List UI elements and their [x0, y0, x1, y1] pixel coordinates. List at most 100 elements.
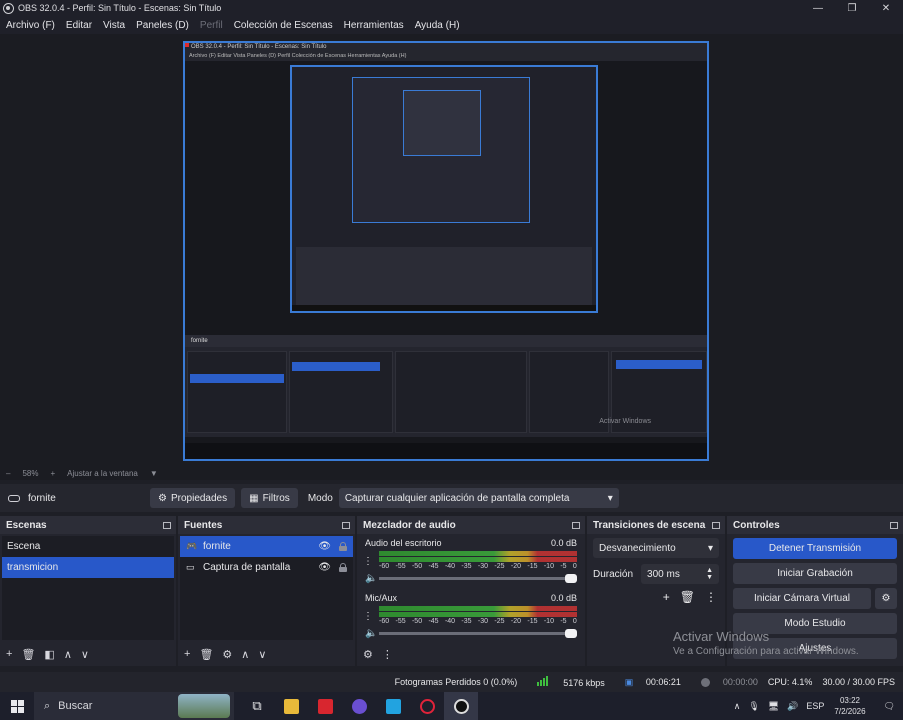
preview-canvas[interactable]: OBS 32.0.4 - Perfil: Sin Título - Escena…: [183, 41, 709, 461]
zoom-in-button[interactable]: +: [50, 469, 55, 478]
transitions-dock-header: Transiciones de escena: [587, 516, 725, 534]
transitions-title: Transiciones de escena: [593, 519, 706, 531]
menu-paneles[interactable]: Paneles (D): [136, 20, 189, 31]
add-icon[interactable]: +: [184, 648, 190, 660]
source-item[interactable]: 🎮 fornite 👁: [180, 536, 353, 557]
microphone-icon[interactable]: 🎙: [748, 701, 759, 712]
undock-icon[interactable]: [342, 521, 350, 529]
eye-icon[interactable]: 👁: [318, 562, 331, 573]
scene-item[interactable]: transmicion: [2, 557, 174, 578]
virtual-cam-settings-button[interactable]: ⚙: [875, 588, 897, 609]
language-indicator[interactable]: ESP: [806, 701, 824, 711]
trash-icon[interactable]: 🗑: [21, 648, 35, 661]
menu-ayuda[interactable]: Ayuda (H): [415, 20, 460, 31]
filters-button[interactable]: ▦ Filtros: [241, 488, 298, 508]
volume-slider[interactable]: [379, 629, 577, 638]
add-icon[interactable]: +: [663, 590, 670, 604]
minimize-button[interactable]: —: [801, 0, 835, 16]
eye-icon[interactable]: 👁: [318, 541, 331, 552]
window-title: OBS 32.0.4 - Perfil: Sin Título - Escena…: [18, 3, 222, 13]
source-item[interactable]: ▭ Captura de pantalla 👁: [180, 557, 353, 578]
undock-icon[interactable]: [890, 521, 898, 529]
trash-icon[interactable]: 🗑: [199, 648, 213, 661]
maximize-button[interactable]: ❐: [835, 0, 869, 16]
start-virtual-cam-button[interactable]: Iniciar Cámara Virtual: [733, 588, 871, 609]
advanced-audio-icon[interactable]: ⚙: [363, 648, 373, 661]
zoom-dropdown-icon[interactable]: ▼: [150, 469, 158, 478]
speaker-icon[interactable]: 🔈: [365, 628, 379, 639]
speaker-icon[interactable]: 🔈: [365, 573, 379, 584]
blue-app-icon[interactable]: [376, 692, 410, 720]
lock-icon[interactable]: [339, 542, 347, 551]
preview-area: OBS 32.0.4 - Perfil: Sin Título - Escena…: [0, 34, 903, 466]
clock-time: 03:22: [839, 696, 860, 705]
move-down-icon[interactable]: ∨: [258, 648, 266, 661]
menu-perfil[interactable]: Perfil: [200, 20, 223, 31]
move-up-icon[interactable]: ∧: [241, 648, 249, 661]
zoom-out-button[interactable]: –: [6, 469, 10, 478]
menu-herramientas[interactable]: Herramientas: [344, 20, 404, 31]
undock-icon[interactable]: [572, 521, 580, 529]
zoom-bar: – 58% + Ajustar a la ventana ▼: [0, 466, 903, 480]
close-button[interactable]: ✕: [869, 0, 903, 16]
capture-mode-select[interactable]: Capturar cualquier aplicación de pantall…: [338, 488, 619, 508]
record-icon: [700, 678, 710, 688]
tick: -35: [461, 618, 472, 625]
meter-bar-right: [379, 557, 577, 562]
clock[interactable]: 03:22 7/2/2026: [834, 695, 865, 717]
chevron-up-icon[interactable]: ∧: [734, 701, 741, 712]
trash-icon[interactable]: 🗑: [680, 590, 695, 604]
duration-value: 300 ms: [647, 568, 680, 580]
volume-slider[interactable]: [379, 574, 577, 583]
undock-icon[interactable]: [712, 521, 720, 529]
tick: -5: [560, 563, 567, 570]
menu-editar[interactable]: Editar: [66, 20, 92, 31]
filters-icon[interactable]: ◧: [44, 648, 54, 661]
lock-icon[interactable]: [339, 563, 347, 572]
properties-button[interactable]: ⚙ Propiedades: [150, 488, 236, 508]
transition-select[interactable]: Desvanecimiento ▾: [593, 538, 719, 558]
menu-coleccion-escenas[interactable]: Colección de Escenas: [234, 20, 333, 31]
start-recording-button[interactable]: Iniciar Grabación: [733, 563, 897, 584]
meter-ticks: -60 -55 -50 -45 -40 -35 -30 -25 -20 -15 -10 -5 0: [379, 563, 577, 572]
chat-app-icon[interactable]: [342, 692, 376, 720]
add-icon[interactable]: +: [6, 648, 12, 660]
kebab-menu-icon[interactable]: ⋮: [705, 590, 717, 604]
menu-archivo[interactable]: Archivo (F): [6, 20, 55, 31]
menu-vista[interactable]: Vista: [103, 20, 125, 31]
volume-slider-thumb[interactable]: [565, 574, 577, 583]
taskbar-search[interactable]: ⌕ Buscar: [34, 692, 234, 720]
preview-mini-selected-source: [292, 362, 380, 371]
duration-spinbox[interactable]: 300 ms ▲ ▼: [641, 564, 719, 584]
volume-slider-thumb[interactable]: [565, 629, 577, 638]
windows-start-button[interactable]: [0, 699, 34, 713]
kebab-menu-icon[interactable]: ⋮: [363, 556, 373, 567]
scene-item[interactable]: Escena: [2, 536, 174, 557]
notification-icon[interactable]: 🗨: [884, 701, 895, 712]
scenes-dock-header: Escenas: [0, 516, 176, 534]
gear-icon[interactable]: ⚙: [222, 648, 232, 661]
move-up-icon[interactable]: ∧: [64, 648, 72, 661]
network-icon[interactable]: 🖥: [768, 701, 779, 712]
fps: 30.00 / 30.00 FPS: [822, 677, 895, 687]
task-view-icon[interactable]: ⧉: [240, 692, 274, 720]
taskbar-apps: ⧉: [240, 692, 478, 720]
fit-window-button[interactable]: Ajustar a la ventana: [67, 469, 138, 478]
kebab-menu-icon[interactable]: ⋮: [382, 648, 393, 661]
source-handle[interactable]: [185, 43, 189, 47]
red-app-icon[interactable]: [308, 692, 342, 720]
kebab-menu-icon[interactable]: ⋮: [363, 611, 373, 622]
activate-windows-watermark: Activar Windows Ve a Configuración para …: [673, 629, 859, 657]
opera-icon[interactable]: [410, 692, 444, 720]
file-explorer-icon[interactable]: [274, 692, 308, 720]
record-time: 00:00:00: [691, 677, 758, 688]
stop-stream-button[interactable]: Detener Transmisión: [733, 538, 897, 559]
volume-icon[interactable]: 🔊: [787, 701, 798, 712]
tick: -40: [444, 563, 456, 570]
undock-icon[interactable]: [163, 521, 171, 529]
meter-bar-left: [379, 551, 577, 556]
spin-arrows-icon[interactable]: ▲ ▼: [706, 567, 713, 581]
obs-taskbar-icon[interactable]: [444, 692, 478, 720]
move-down-icon[interactable]: ∨: [81, 648, 89, 661]
controls-title: Controles: [733, 519, 780, 531]
